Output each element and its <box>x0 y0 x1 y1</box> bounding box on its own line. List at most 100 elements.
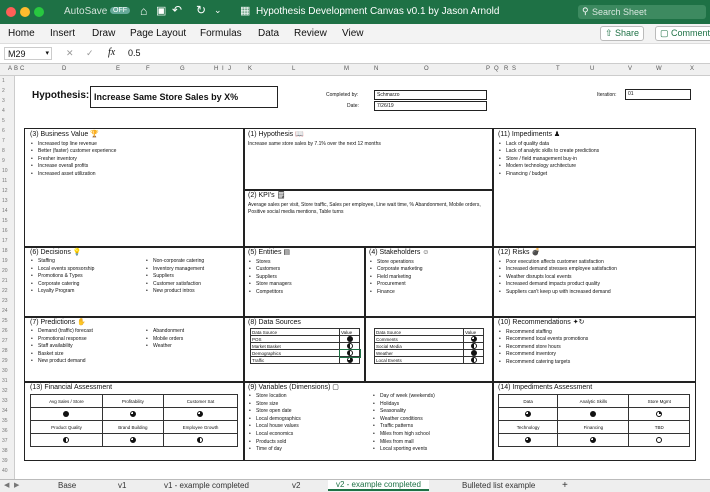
save-icon[interactable]: ▣ <box>156 4 166 17</box>
row-header[interactable]: 12 <box>2 188 8 194</box>
row-header[interactable]: 34 <box>2 408 8 414</box>
row-header[interactable]: 35 <box>2 418 8 424</box>
row-header[interactable]: 9 <box>2 158 5 164</box>
formula-input[interactable]: 0.5 <box>128 48 141 58</box>
table-cell[interactable]: Market Basket <box>250 342 340 350</box>
share-button[interactable]: ⇧ Share <box>600 26 645 41</box>
table-cell[interactable]: Local Events <box>374 356 464 364</box>
row-header[interactable]: 31 <box>2 378 8 384</box>
row-header[interactable]: 25 <box>2 318 8 324</box>
redo-icon[interactable]: ↻ <box>196 3 206 17</box>
sheet-tab-bulleted-list[interactable]: Bulleted list example <box>462 481 535 490</box>
table-row[interactable]: Social Media <box>374 342 484 350</box>
table-cell[interactable] <box>557 407 630 421</box>
table-cell[interactable]: Traffic <box>250 356 340 364</box>
table-cell[interactable] <box>497 407 559 421</box>
home-icon[interactable]: ⌂ <box>140 4 147 18</box>
cancel-formula-icon[interactable]: ✕ <box>66 48 74 59</box>
row-header[interactable]: 1 <box>2 78 5 84</box>
tab-formulas[interactable]: Formulas <box>200 28 242 39</box>
row-header[interactable]: 21 <box>2 278 8 284</box>
sheet-tab-v2[interactable]: v2 <box>292 481 300 490</box>
autosave-toggle[interactable]: OFF <box>110 7 130 14</box>
table-cell[interactable] <box>162 407 239 421</box>
minimize-window-button[interactable] <box>20 7 30 17</box>
row-header[interactable]: 2 <box>2 88 5 94</box>
table-row[interactable]: Comments <box>374 335 484 343</box>
tab-page-layout[interactable]: Page Layout <box>130 28 186 39</box>
row-header[interactable]: 36 <box>2 428 8 434</box>
row-header[interactable]: 11 <box>2 178 7 184</box>
row-header[interactable]: 20 <box>2 268 8 274</box>
date-cell[interactable]: 7/26/19 <box>374 101 487 111</box>
table-cell[interactable] <box>339 335 360 343</box>
table-cell[interactable] <box>339 356 360 364</box>
row-header[interactable]: 6 <box>2 128 5 134</box>
comments-button[interactable]: ▢ Comments <box>655 26 710 41</box>
table-cell[interactable] <box>463 356 484 364</box>
sheet-tab-v1[interactable]: v1 <box>118 481 126 490</box>
table-row[interactable]: POS <box>250 335 360 343</box>
row-header[interactable]: 18 <box>2 248 8 254</box>
sheet-tab-v1-example[interactable]: v1 - example completed <box>164 481 249 490</box>
zoom-window-button[interactable] <box>34 7 44 17</box>
selected-cell[interactable] <box>338 348 361 358</box>
table-cell[interactable]: POS <box>250 335 340 343</box>
row-header[interactable]: 23 <box>2 298 8 304</box>
confirm-formula-icon[interactable]: ✓ <box>86 48 94 59</box>
undo-icon[interactable]: ↶ <box>172 3 182 17</box>
close-window-button[interactable] <box>6 7 16 17</box>
tab-view[interactable]: View <box>342 28 364 39</box>
row-header[interactable]: 8 <box>2 148 5 154</box>
row-header[interactable]: 7 <box>2 138 5 144</box>
scroll-right-icon[interactable]: ▶ <box>14 481 19 489</box>
row-header[interactable]: 30 <box>2 368 8 374</box>
row-header[interactable]: 17 <box>2 238 8 244</box>
tab-review[interactable]: Review <box>294 28 327 39</box>
table-cell[interactable] <box>557 433 630 447</box>
row-header[interactable]: 37 <box>2 438 8 444</box>
hypothesis-title-cell[interactable]: Increase Same Store Sales by X% <box>90 86 278 108</box>
table-cell[interactable]: Social Media <box>374 342 464 350</box>
table-row[interactable]: Market Basket <box>250 342 360 350</box>
table-cell[interactable]: Comments <box>374 335 464 343</box>
table-cell[interactable] <box>101 433 164 447</box>
name-box[interactable]: M29 ▾ <box>4 47 52 60</box>
table-cell[interactable] <box>101 407 164 421</box>
sheet-tab-v2-example[interactable]: v2 - example completed <box>328 480 429 491</box>
table-cell[interactable]: Demographics <box>250 349 340 357</box>
table-cell[interactable] <box>628 433 690 447</box>
row-header[interactable]: 24 <box>2 308 8 314</box>
row-header[interactable]: 32 <box>2 388 8 394</box>
row-header[interactable]: 22 <box>2 288 8 294</box>
table-row[interactable]: Local Events <box>374 356 484 364</box>
table-cell[interactable] <box>463 335 484 343</box>
table-row[interactable]: Weather <box>374 349 484 357</box>
tab-data[interactable]: Data <box>258 28 279 39</box>
table-row[interactable]: Traffic <box>250 356 360 364</box>
row-header[interactable]: 15 <box>2 218 8 224</box>
table-row[interactable]: Demographics <box>250 348 361 358</box>
table-cell[interactable] <box>628 407 690 421</box>
row-header[interactable]: 40 <box>2 468 8 474</box>
table-cell[interactable] <box>463 349 484 357</box>
table-cell[interactable] <box>30 407 103 421</box>
row-header[interactable]: 27 <box>2 338 8 344</box>
row-header[interactable]: 39 <box>2 458 8 464</box>
row-header[interactable]: 26 <box>2 328 8 334</box>
table-cell[interactable] <box>463 342 484 350</box>
sheet-tab-base[interactable]: Base <box>58 481 76 490</box>
column-header[interactable]: B <box>14 66 18 72</box>
row-header[interactable]: 3 <box>2 98 5 104</box>
more-icon[interactable]: ⌄ <box>214 5 222 16</box>
scroll-left-icon[interactable]: ◀ <box>4 481 9 489</box>
row-header[interactable]: 4 <box>2 108 5 114</box>
iteration-cell[interactable]: 01 <box>625 89 691 100</box>
table-cell[interactable] <box>497 433 559 447</box>
row-header[interactable]: 19 <box>2 258 8 264</box>
row-header[interactable]: 38 <box>2 448 8 454</box>
search-box[interactable]: ⚲ Search Sheet <box>578 5 706 19</box>
table-cell[interactable]: Weather <box>374 349 464 357</box>
add-sheet-button[interactable]: + <box>562 480 568 491</box>
row-header[interactable]: 13 <box>2 198 8 204</box>
